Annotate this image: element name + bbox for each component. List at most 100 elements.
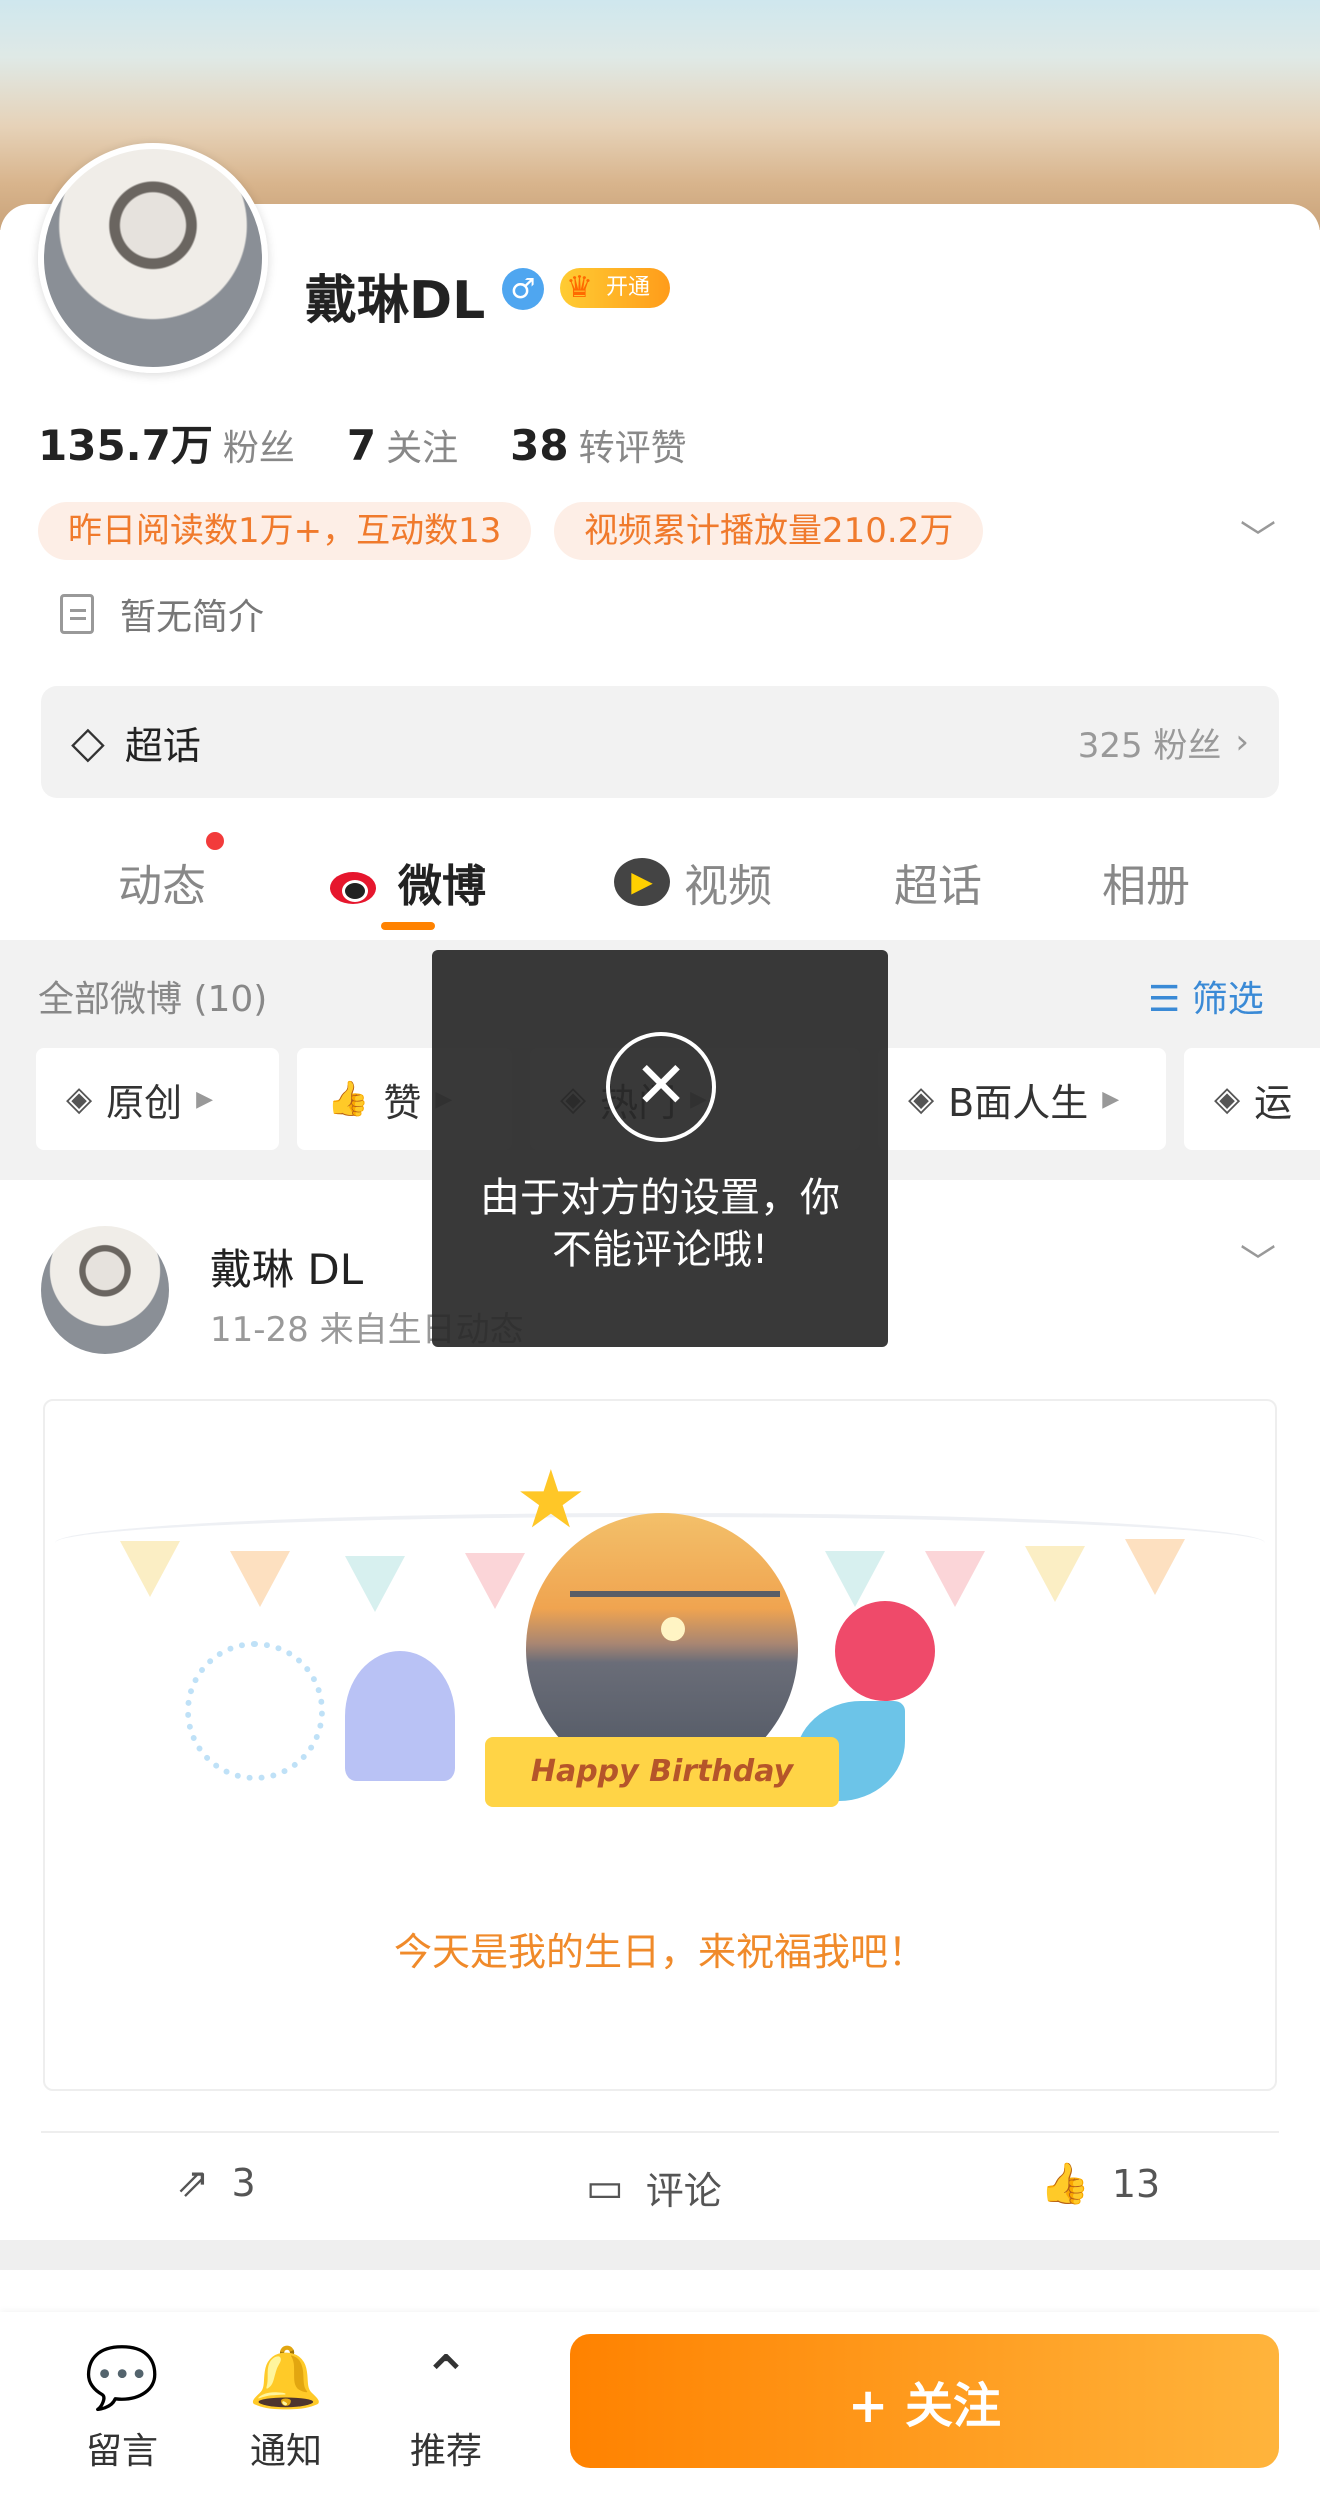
bottom-action-bar: 💬 留言 🔔 通知 ⌃ 推荐 + 关注 (0, 2312, 1320, 2499)
tab-label: 超话 (894, 861, 982, 912)
tag-reading-stats[interactable]: 昨日阅读数1万+，互动数13 (38, 502, 532, 560)
chip-label: 赞 (383, 1080, 422, 1125)
caret-right-icon: ▶ (1102, 1086, 1120, 1112)
play-icon: ▶ (614, 858, 670, 906)
layers-icon: ◈ (1214, 1079, 1241, 1119)
photo-sun (661, 1617, 685, 1641)
bunting-flag (345, 1556, 405, 1612)
chip-more[interactable]: ◈ 运 (1184, 1048, 1320, 1150)
tab-label: 动态 (118, 861, 206, 912)
bio-text: 暂无简介 (120, 597, 265, 638)
filter-button[interactable]: ☰ 筛选 (1148, 970, 1264, 1022)
stat-value: 38 (510, 421, 569, 470)
profile-name: 戴琳DL (305, 271, 486, 331)
tab-weibo[interactable]: 微博 (328, 850, 486, 914)
supertopic-bar[interactable]: ◇ 超话 325 粉丝 › (41, 686, 1279, 798)
repost-count: 3 (231, 2161, 256, 2205)
close-circle-icon: ✕ (606, 1032, 716, 1142)
chip-label: 运 (1254, 1080, 1293, 1125)
repost-button[interactable]: ⇗ 3 (176, 2160, 256, 2206)
stat-value: 7 (346, 421, 377, 470)
like-count: 13 (1111, 2161, 1161, 2206)
tab-label: 微博 (398, 861, 486, 912)
tag-video-plays[interactable]: 视频累计播放量210.2万 (554, 502, 984, 560)
bunting-flag (925, 1551, 985, 1607)
birthday-card[interactable]: ★ Happy Birthday 今天是我的生日，来祝福我吧！ (43, 1399, 1277, 2091)
comment-icon: ▭ (586, 2164, 624, 2211)
stat-value: 135.7万 (38, 421, 213, 470)
tab-supertopic[interactable]: 超话 (894, 850, 982, 914)
tab-video[interactable]: ▶ 视频 (614, 850, 772, 914)
sparkle-decoration (185, 1641, 325, 1781)
feed-separator (0, 2240, 1320, 2270)
chevron-down-icon[interactable]: ﹀ (1240, 510, 1276, 562)
notify-button[interactable]: 🔔 通知 (226, 2340, 346, 2474)
supertopic-fans: 325 粉丝 (1077, 725, 1222, 766)
bunting-flag (230, 1551, 290, 1607)
follow-button[interactable]: + 关注 (570, 2334, 1279, 2468)
film-camera-decoration (835, 1601, 935, 1701)
post-divider (41, 2131, 1279, 2133)
vip-badge[interactable]: ♛ 开通 (560, 268, 670, 308)
diamond-icon: ◇ (71, 716, 105, 768)
profile-tabs: 动态 微博 ▶ 视频 超话 相册 (0, 830, 1320, 940)
profile-stats: 135.7万 粉丝 7 关注 38 转评赞 (38, 412, 687, 472)
like-button[interactable]: 👍 13 (1040, 2160, 1160, 2207)
message-icon: 💬 (84, 2343, 160, 2413)
happy-birthday-ribbon: Happy Birthday (485, 1737, 839, 1807)
chip-label: B面人生 (948, 1080, 1089, 1125)
chip-b-side-life[interactable]: ◈ B面人生 ▶ (878, 1048, 1166, 1150)
filter-label: 筛选 (1191, 979, 1264, 1020)
comment-button[interactable]: ▭ 评论 (586, 2160, 722, 2215)
crown-icon: ♛ (566, 270, 593, 305)
stat-label: 粉丝 (222, 428, 295, 469)
layers-icon: ◈ (66, 1079, 93, 1119)
bunting-flag (1125, 1539, 1185, 1595)
bunting-flag (120, 1541, 180, 1597)
party-hat-decoration (345, 1651, 455, 1781)
bottom-label: 推荐 (409, 2431, 482, 2472)
chevron-right-icon: › (1235, 722, 1249, 762)
vip-label: 开通 (606, 275, 651, 300)
caret-right-icon: ▶ (196, 1086, 214, 1112)
bunting-flag (825, 1551, 885, 1607)
error-toast: ✕ 由于对方的设置，你不能评论哦! (432, 950, 888, 1347)
male-icon: ♂ (502, 268, 544, 310)
birthday-message: 今天是我的生日，来祝福我吧！ (393, 1930, 926, 1974)
chip-original[interactable]: ◈ 原创 ▶ (36, 1048, 279, 1150)
bunting-flag (465, 1553, 525, 1609)
filter-icon: ☰ (1148, 979, 1181, 1020)
tab-activity[interactable]: 动态 (118, 850, 206, 914)
stat-followers[interactable]: 135.7万 粉丝 (38, 412, 295, 473)
profile-avatar[interactable] (38, 143, 268, 373)
post-avatar[interactable] (41, 1226, 169, 1354)
stat-label: 关注 (386, 428, 459, 469)
post-author[interactable]: 戴琳 DL (210, 1236, 363, 1297)
layers-icon: ◈ (908, 1079, 935, 1119)
bottom-label: 通知 (249, 2431, 322, 2472)
bunting-flag (1025, 1546, 1085, 1602)
stat-following[interactable]: 7 关注 (347, 419, 458, 471)
weibo-icon (328, 860, 384, 904)
photo-bridge (570, 1591, 780, 1597)
bell-icon: 🔔 (248, 2343, 324, 2413)
thumbs-up-icon: 👍 (1040, 2161, 1090, 2207)
tab-album[interactable]: 相册 (1102, 850, 1190, 914)
recommend-button[interactable]: ⌃ 推荐 (386, 2340, 506, 2474)
chevron-down-icon[interactable]: ﹀ (1240, 1234, 1276, 1286)
notification-dot (206, 832, 224, 850)
all-weibo-count: 全部微博 (10) (38, 979, 268, 1020)
message-board-button[interactable]: 💬 留言 (62, 2340, 182, 2474)
stat-reposts-comments-likes[interactable]: 38 转评赞 (510, 419, 686, 471)
active-tab-indicator (381, 922, 435, 930)
document-icon (60, 594, 94, 634)
profile-bio: 暂无简介 (60, 588, 264, 640)
toast-message: 由于对方的设置，你不能评论哦! (480, 1175, 840, 1273)
share-icon: ⇗ (176, 2160, 210, 2206)
chevron-up-circle-icon: ⌃ (420, 2343, 472, 2413)
supertopic-label: 超话 (124, 723, 201, 768)
star-icon: ★ (515, 1453, 587, 1546)
tab-label: 视频 (684, 861, 772, 912)
chip-label: 原创 (106, 1080, 183, 1125)
thumbs-up-icon: 👍 (327, 1079, 370, 1119)
